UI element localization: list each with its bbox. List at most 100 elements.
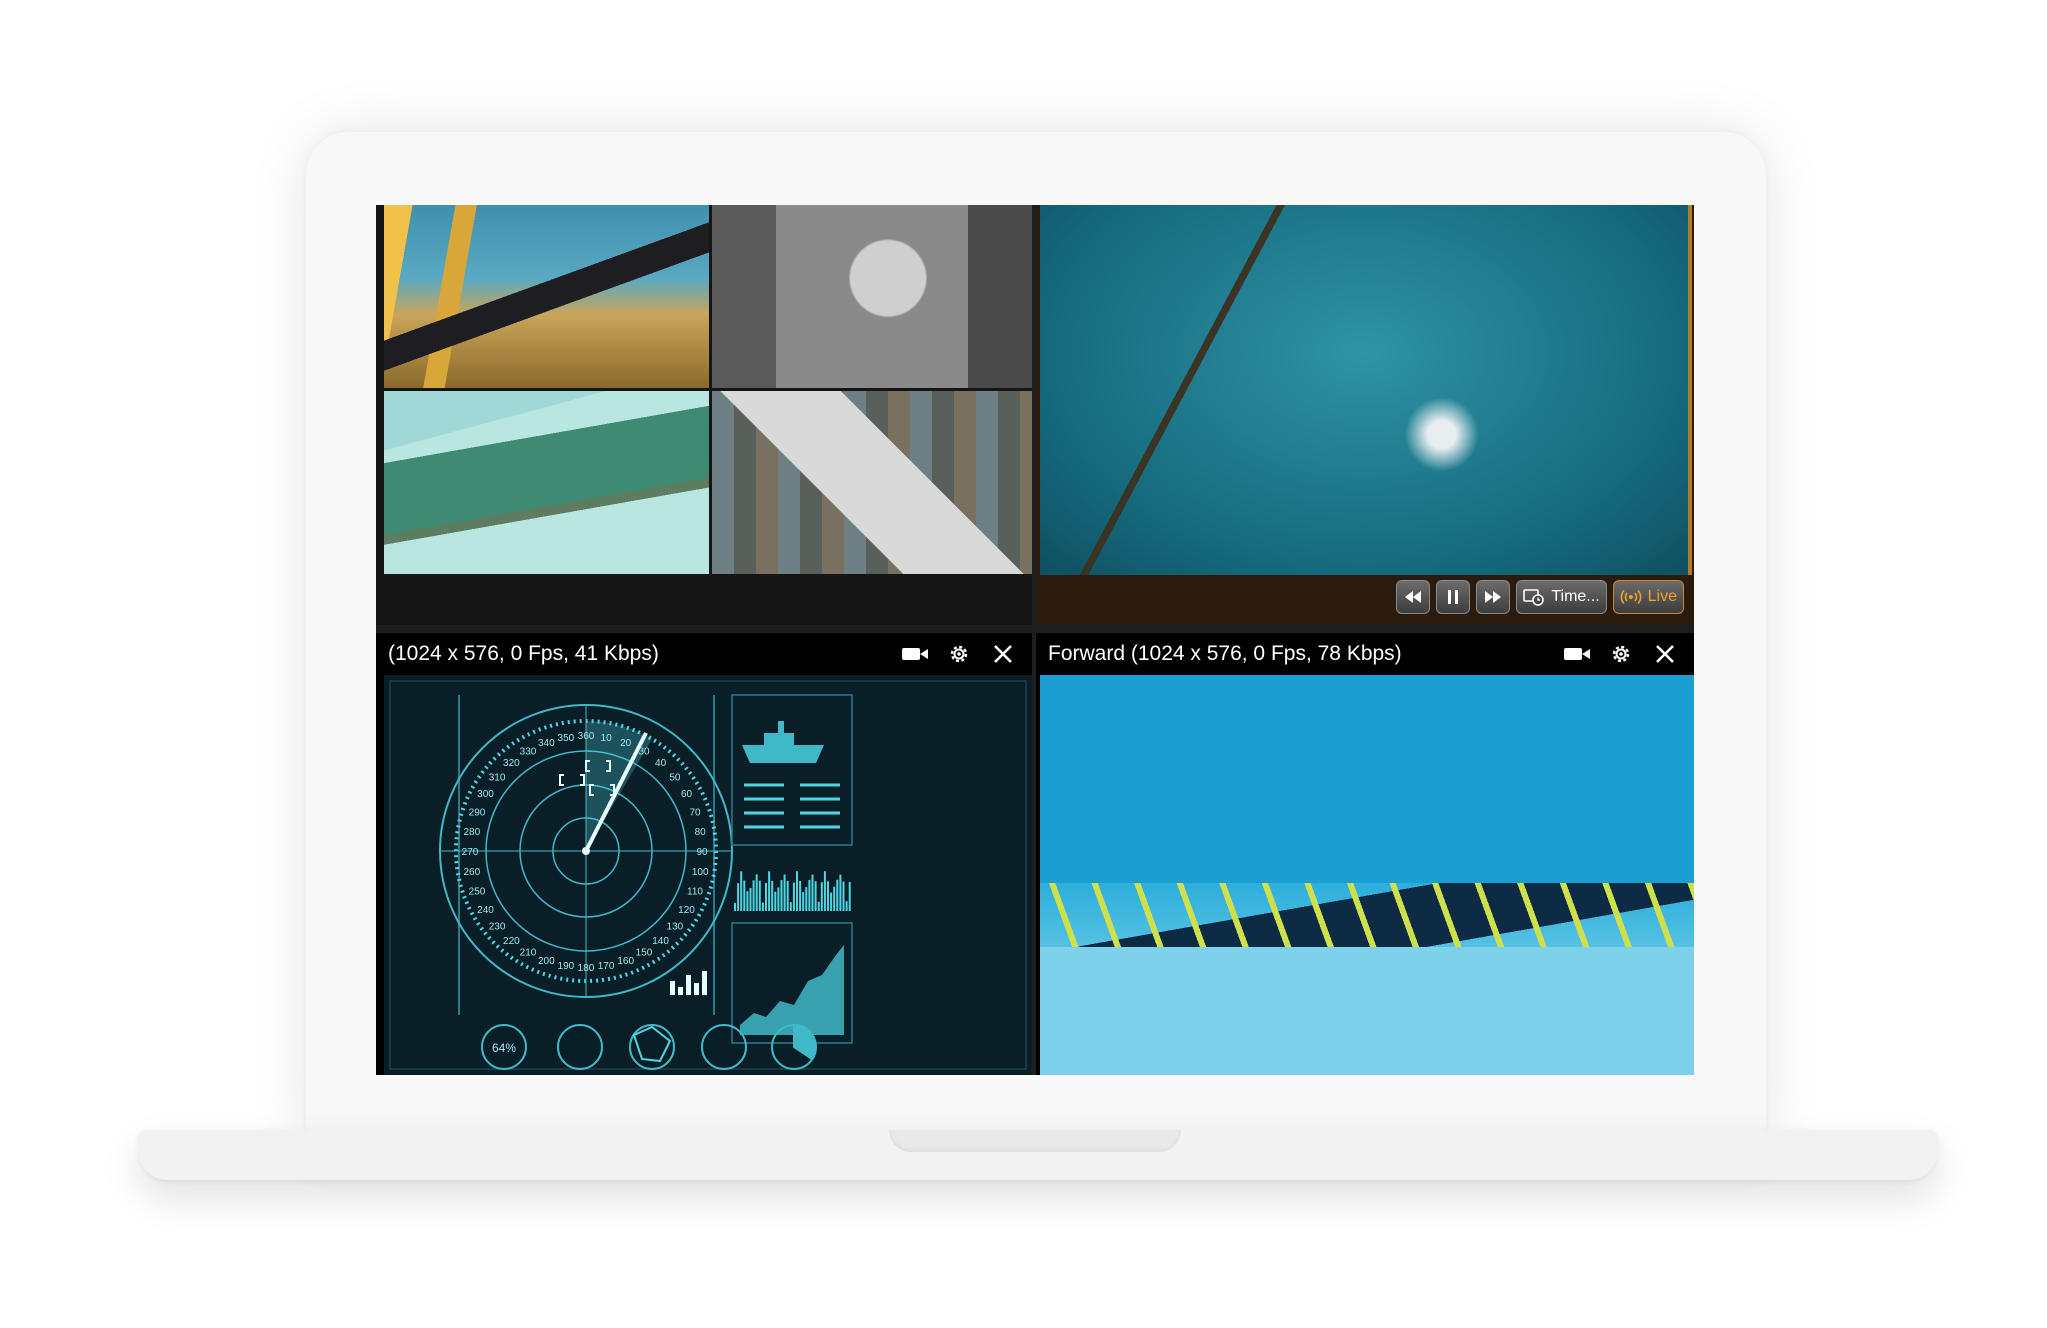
- fast-forward-button[interactable]: [1476, 580, 1511, 614]
- spectrum-bar: [765, 882, 767, 911]
- video-wall-screen: Time... Live (1024 x 576, 0 Fps, 41 Kbps…: [376, 205, 1694, 1075]
- radar-bearing-label: 60: [681, 789, 693, 800]
- radar-display: 360 10 20304050607080901001101201301401501…: [389, 680, 1027, 1070]
- pane-title: Forward (1024 x 576, 0 Fps, 78 Kbps): [1048, 642, 1402, 665]
- spectrum-bar: [811, 874, 814, 911]
- close-button[interactable]: [1650, 639, 1680, 669]
- video-camera-icon: [1564, 648, 1590, 660]
- gauge-percent-label: 64%: [492, 1041, 516, 1055]
- close-button[interactable]: [988, 639, 1018, 669]
- radar-bearing-label: 320: [503, 758, 520, 769]
- spectrum-bar: [839, 874, 842, 911]
- camera-feed-diver[interactable]: [1040, 205, 1692, 575]
- camera-feed-radar-hud[interactable]: 360 10 20 30 40 50 60 70 80 90 100 110 120 130 140 150 1…: [384, 675, 1032, 1075]
- spectrum-bar: [823, 871, 826, 911]
- spectrum-bar: [771, 880, 774, 911]
- playback-controls: Time... Live: [1396, 577, 1684, 617]
- close-icon: [994, 645, 1012, 663]
- ship-panel-bars: [744, 783, 840, 829]
- spectrum-bar: [786, 880, 789, 911]
- radar-bearing-label: 40: [655, 758, 667, 769]
- radar-bearing-label: 180: [578, 963, 595, 974]
- pause-button[interactable]: [1436, 580, 1471, 614]
- spectrum-bar: [758, 880, 761, 911]
- spectrum-bar: [805, 887, 808, 911]
- gear-icon: [950, 645, 968, 663]
- spectrum-bar: [820, 882, 823, 911]
- forward-camera-pane[interactable]: Forward (1024 x 576, 0 Fps, 78 Kbps): [1036, 633, 1694, 1075]
- spectrum-bar: [848, 881, 851, 911]
- video-camera-button[interactable]: [900, 639, 930, 669]
- radar-bearing-label: 220: [503, 936, 520, 947]
- spectrum-bar: [734, 903, 736, 911]
- ship-panel: [731, 694, 853, 846]
- camera-feed-seabed-cable[interactable]: [1040, 675, 1694, 1075]
- settings-button[interactable]: [1606, 639, 1636, 669]
- timeline-button[interactable]: Time...: [1516, 580, 1607, 614]
- radar-bearing-label: 90: [696, 847, 708, 858]
- rewind-button[interactable]: [1396, 580, 1431, 614]
- spectrum-bar: [737, 883, 740, 911]
- radar-bearing-label: 310: [489, 772, 506, 783]
- spectrum-bar: [836, 879, 839, 911]
- radar-bearing-label: 230: [489, 922, 506, 933]
- camera-grid-pane[interactable]: [376, 205, 1032, 625]
- pane-title: (1024 x 576, 0 Fps, 41 Kbps): [388, 642, 659, 665]
- fast-forward-icon: [1485, 591, 1502, 603]
- radar-bearing-label: 280: [463, 827, 480, 838]
- spectrum-bar: [817, 901, 820, 911]
- spectrum-bar: [743, 880, 746, 911]
- radar-bearing-label: 20: [620, 738, 632, 749]
- radar-bearing-label: 330: [520, 747, 537, 758]
- settings-button[interactable]: [944, 639, 974, 669]
- radar-bearing-label: 350: [558, 733, 575, 744]
- timeline-label: Time...: [1551, 588, 1600, 605]
- spectrum-bar: [749, 887, 752, 911]
- radar-camera-pane[interactable]: (1024 x 576, 0 Fps, 41 Kbps) 360 10 20 3…: [376, 633, 1032, 1075]
- camera-feed-winch[interactable]: [712, 205, 1032, 388]
- pane-title-bar: Forward (1024 x 576, 0 Fps, 78 Kbps): [1036, 633, 1694, 675]
- spectrum-bar: [796, 871, 798, 911]
- pane-title-icons: [1562, 639, 1694, 669]
- camera-feed-pixelated[interactable]: [712, 391, 1032, 574]
- radar-bearing-label: 300: [477, 789, 494, 800]
- spectrum-bar: [746, 891, 749, 911]
- spectrum-bar: [792, 882, 795, 911]
- camera-feed-ship-deck[interactable]: [384, 205, 709, 388]
- live-button[interactable]: Live: [1612, 580, 1684, 614]
- radar-bearing-label: 270: [462, 847, 479, 858]
- spectrum-bar: [789, 902, 792, 911]
- radar-bearing-label: 70: [689, 807, 701, 818]
- radar-bearing-label: 120: [678, 905, 695, 916]
- radar-bearing-label: 160: [617, 956, 634, 967]
- spectrum-bar: [752, 880, 755, 911]
- radar-bearing-label: 140: [652, 936, 669, 947]
- spectrum-bar: [845, 901, 848, 911]
- video-camera-button[interactable]: [1562, 639, 1592, 669]
- radar-bearing-label: 290: [469, 807, 486, 818]
- live-broadcast-icon: [1620, 589, 1642, 605]
- timeline-clock-icon: [1523, 589, 1545, 606]
- radar-bearing-label: 10: [601, 733, 613, 744]
- spectrum-bar: [802, 892, 805, 911]
- radar-bearing-label: 360: [578, 731, 595, 742]
- radar-bearing-label: 210: [520, 948, 537, 959]
- spectrum-bar: [761, 902, 764, 911]
- radar-bearing-label: 250: [469, 887, 486, 898]
- spectrum-histogram: [734, 871, 851, 911]
- radar-bearing-label: 200: [538, 956, 555, 967]
- spectrum-bar: [799, 881, 802, 911]
- radar-bearing-label: 240: [477, 905, 494, 916]
- rewind-icon: [1405, 591, 1422, 603]
- gear-icon: [1612, 645, 1630, 663]
- camera-feed-seabed-pipe[interactable]: [384, 391, 709, 574]
- level-bars: [670, 971, 707, 995]
- diver-camera-pane[interactable]: Time... Live: [1036, 205, 1694, 625]
- radar-bearing-label: 170: [598, 961, 615, 972]
- spectrum-bar: [755, 874, 758, 911]
- cable-scene-water: [1040, 675, 1694, 1075]
- video-camera-icon: [902, 648, 928, 660]
- radar-bearing-label: 30: [638, 747, 650, 758]
- spectrum-bar: [808, 879, 811, 911]
- radar-bearing-label: 260: [463, 867, 480, 878]
